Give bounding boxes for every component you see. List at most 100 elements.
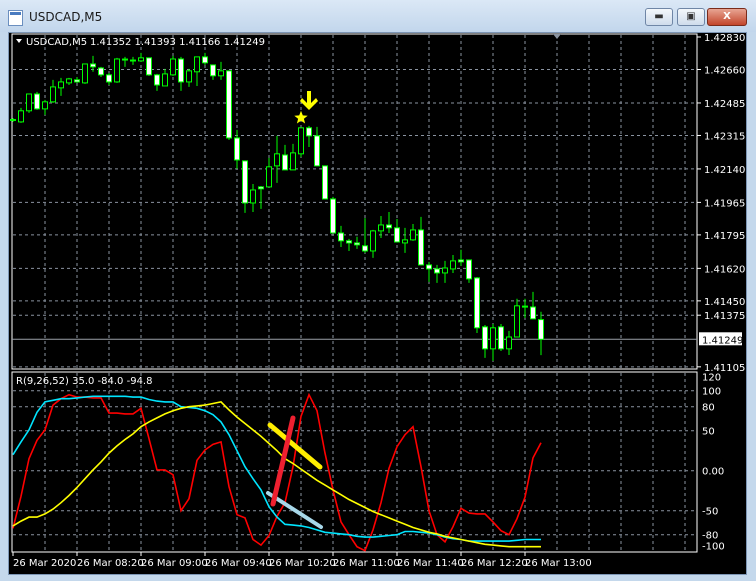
- candle: [186, 68, 192, 87]
- candle: [410, 223, 416, 241]
- candle-body: [26, 93, 32, 112]
- candle: [18, 107, 24, 123]
- candle-body: [146, 57, 152, 76]
- candle: [106, 72, 112, 85]
- price-label: 1.42485: [704, 99, 745, 110]
- candle: [450, 254, 456, 273]
- candle-body: [394, 227, 400, 243]
- candle-body: [474, 277, 480, 329]
- chart-symbol: USDCAD,M5: [26, 37, 87, 48]
- candle: [418, 216, 424, 266]
- candle: [178, 56, 184, 91]
- indicator-axis-label: 100: [702, 387, 721, 398]
- indicator-axis-label: 50: [702, 427, 715, 438]
- indicator-axis-label: -50: [702, 507, 718, 518]
- candle: [82, 63, 88, 84]
- yellow-trendline-object[interactable]: [267, 422, 323, 470]
- price-label: 1.41965: [704, 198, 745, 209]
- candle-body: [346, 240, 352, 244]
- chart-canvas[interactable]: USDCAD,M5 1.41352 1.41393 1.41166 1.4124…: [0, 0, 756, 581]
- candle-body: [210, 64, 216, 77]
- indicator-label: R(9,26,52) 35.0 -84.0 -94.8: [16, 376, 152, 387]
- candle-body: [114, 58, 120, 83]
- price-label: 1.42140: [704, 165, 745, 176]
- candle-body: [42, 101, 48, 110]
- candles: [10, 52, 544, 361]
- indicator-line-cyan: [12, 395, 541, 542]
- time-label: 26 Mar 09:00: [141, 558, 208, 569]
- candle: [218, 61, 224, 80]
- price-label: 1.41620: [704, 264, 745, 275]
- candle-body: [410, 229, 416, 241]
- candle: [138, 52, 144, 62]
- candle-body: [250, 189, 256, 204]
- price-label: 1.42315: [704, 131, 745, 142]
- candle: [10, 118, 16, 122]
- price-label: 1.41375: [704, 311, 745, 322]
- candle: [170, 55, 176, 76]
- time-label: 26 Mar 10:20: [269, 558, 336, 569]
- candle-body: [234, 137, 240, 161]
- indicator-axis-label: 80: [702, 403, 715, 414]
- candle: [362, 218, 368, 253]
- candle-body: [34, 93, 40, 110]
- time-axis: 26 Mar 2020 26 Mar 08:2026 Mar 09:00 26 Ma…: [12, 552, 592, 569]
- candle-body: [74, 79, 80, 83]
- time-label: 26 Mar 08:20: [77, 558, 144, 569]
- candle: [162, 68, 168, 87]
- time-label: 26 Mar 2020: [13, 558, 76, 569]
- candle-body: [50, 86, 56, 103]
- candle-body: [274, 153, 280, 167]
- candle-body: [498, 326, 504, 350]
- candle: [442, 260, 448, 283]
- price-label: 1.41450: [704, 297, 745, 308]
- price-axis: 1.42830 1.42660 1.42485 1.42315 1.42140 1.419…: [697, 33, 745, 374]
- indicator-plot-border: [11, 371, 698, 553]
- candle-body: [218, 70, 224, 77]
- time-label: 26 Mar 11:00: [333, 558, 400, 569]
- chart-shift-marker[interactable]: [553, 34, 561, 39]
- candle: [58, 77, 64, 96]
- candle-body: [378, 224, 384, 232]
- candle-body: [186, 70, 192, 83]
- candle: [274, 135, 280, 183]
- candle: [130, 56, 136, 65]
- dropdown-triangle-icon[interactable]: [16, 39, 22, 43]
- candle: [330, 196, 336, 234]
- candle: [114, 57, 120, 83]
- candle-body: [418, 229, 424, 266]
- candle-body: [466, 259, 472, 280]
- indicator-axis-label: -80: [702, 531, 718, 542]
- candle: [242, 160, 248, 213]
- sell-arrow-down-icon: [300, 91, 318, 110]
- candle-body: [330, 198, 336, 234]
- candle: [402, 227, 408, 253]
- candle-body: [482, 326, 488, 350]
- candle: [514, 298, 520, 338]
- candle: [482, 324, 488, 358]
- candle-body: [306, 127, 312, 137]
- candle: [434, 264, 440, 283]
- candle: [282, 144, 288, 171]
- candle: [386, 211, 392, 233]
- candle: [306, 125, 312, 147]
- candle: [466, 259, 472, 283]
- time-label: 26 Mar 13:00: [525, 558, 592, 569]
- candle-body: [538, 319, 544, 340]
- candle: [346, 238, 352, 251]
- candle: [258, 185, 264, 209]
- candle: [498, 323, 504, 351]
- candle-body: [242, 160, 248, 204]
- candle: [266, 157, 272, 188]
- candle-body: [58, 81, 64, 89]
- candle-body: [514, 305, 520, 338]
- price-label: 1.41795: [704, 231, 745, 242]
- candle-body: [290, 152, 296, 171]
- current-price-label: 1.41249: [702, 335, 743, 346]
- candle: [42, 99, 48, 115]
- candle-body: [530, 306, 536, 320]
- indicator-line-red: [12, 392, 542, 552]
- candle-body: [258, 186, 264, 190]
- candle-body: [138, 57, 144, 62]
- candle-body: [90, 63, 96, 68]
